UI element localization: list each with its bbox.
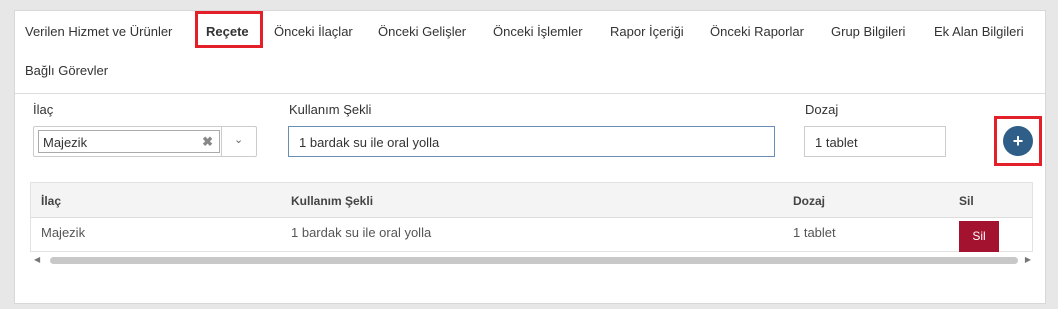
tab-rapor-icerigi[interactable]: Rapor İçeriği [610, 24, 684, 39]
ilac-label: İlaç [33, 102, 54, 117]
dozaj-label: Dozaj [805, 102, 839, 117]
ilac-selected-value: Majezik [43, 135, 88, 150]
header-kullanim: Kullanım Şekli [291, 194, 374, 208]
tab-onceki-gelisler[interactable]: Önceki Gelişler [378, 24, 466, 39]
header-ilac: İlaç [41, 194, 62, 208]
prescription-panel: Verilen Hizmet ve Ürünler Reçete Önceki … [14, 10, 1046, 304]
tab-onceki-ilaclar[interactable]: Önceki İlaçlar [274, 24, 353, 39]
tab-highlight [195, 11, 263, 48]
header-sil: Sil [959, 194, 974, 208]
dozaj-input[interactable]: 1 tablet [804, 126, 946, 157]
tab-ek-alan-bilgileri[interactable]: Ek Alan Bilgileri [934, 24, 1024, 39]
kullanim-label: Kullanım Şekli [289, 102, 372, 117]
cell-dozaj: 1 tablet [793, 225, 836, 240]
horizontal-scrollbar[interactable]: ◀ ▶ [30, 255, 1033, 266]
cell-ilac: Majezik [41, 225, 86, 240]
tab-grup-bilgileri[interactable]: Grup Bilgileri [831, 24, 905, 39]
tab-verilen-hizmet[interactable]: Verilen Hizmet ve Ürünler [25, 24, 172, 39]
tab-onceki-raporlar[interactable]: Önceki Raporlar [710, 24, 804, 39]
delete-button[interactable]: Sil [959, 221, 999, 252]
tab-bagli-gorevler[interactable]: Bağlı Görevler [25, 63, 108, 78]
plus-icon: + [1012, 131, 1024, 151]
arrow-right-icon[interactable]: ▶ [1025, 255, 1031, 264]
ilac-select[interactable]: Majezik ✖ ⌄ [33, 126, 257, 157]
table-header: İlaç Kullanım Şekli Dozaj Sil [31, 183, 1032, 218]
cell-kullanim: 1 bardak su ile oral yolla [291, 225, 432, 240]
header-dozaj: Dozaj [793, 194, 826, 208]
dropdown-toggle[interactable]: ⌄ [221, 127, 256, 156]
ilac-selected-chip: Majezik ✖ [38, 130, 220, 153]
kullanim-input[interactable]: 1 bardak su ile oral yolla [288, 126, 775, 157]
arrow-left-icon[interactable]: ◀ [34, 255, 40, 264]
tab-bar: Verilen Hizmet ve Ürünler Reçete Önceki … [15, 11, 1045, 94]
close-icon[interactable]: ✖ [202, 134, 213, 150]
scrollbar-thumb[interactable] [50, 257, 1018, 264]
chevron-down-icon: ⌄ [234, 134, 244, 146]
add-button[interactable]: + [1003, 126, 1033, 156]
tab-onceki-islemler[interactable]: Önceki İşlemler [493, 24, 583, 39]
prescription-table: İlaç Kullanım Şekli Dozaj Sil Majezik 1 … [30, 182, 1033, 252]
